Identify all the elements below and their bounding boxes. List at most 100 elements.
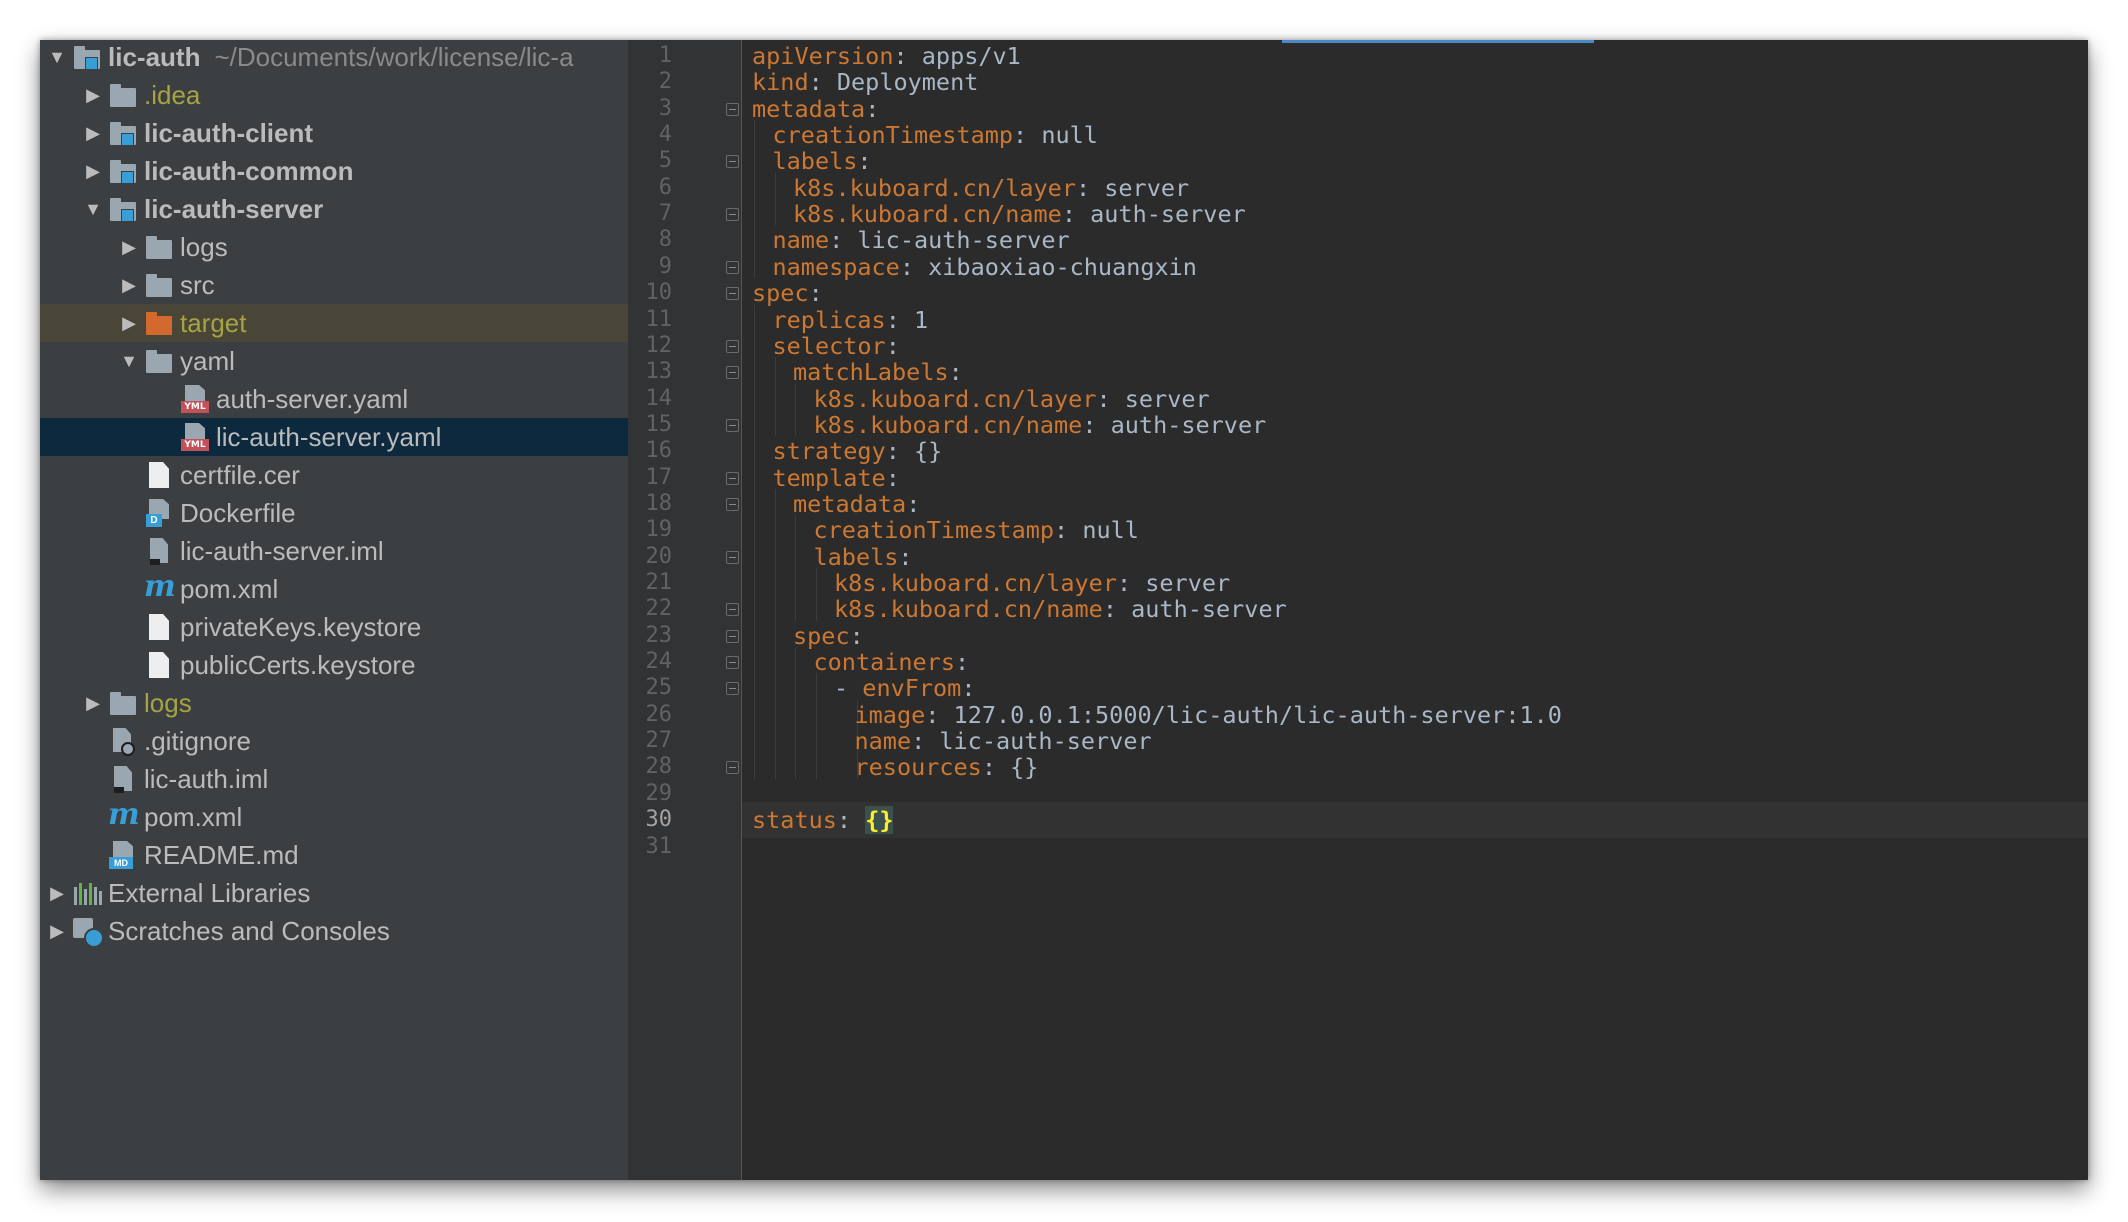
collapsed-arrow-icon — [118, 608, 140, 646]
yaml-value: auth-server — [1131, 595, 1287, 624]
collapsed-arrow-icon — [82, 836, 104, 874]
fold-open-icon[interactable] — [726, 550, 739, 564]
tree-item[interactable]: D Dockerfile — [40, 494, 628, 532]
ide-window: ▼ lic-auth ~/Documents/work/license/lic-a ▶… — [40, 40, 2088, 1180]
collapsed-arrow-icon[interactable]: ▶ — [82, 114, 104, 152]
tree-item[interactable]: m pom.xml — [40, 798, 628, 836]
yaml-editor[interactable]: 1 2 3 4 5 6 7 8 9 10 11 12 13 14 15 16 17 18 19 20 21 22 23 24 2… — [628, 40, 2088, 1180]
code-line[interactable]: resources: {} — [752, 749, 1039, 785]
tree-item-label: .gitignore — [144, 725, 251, 756]
tree-item[interactable]: ▶ logs — [40, 228, 628, 266]
tree-item-label: pom.xml — [144, 801, 243, 832]
tree-item-label: target — [180, 307, 247, 338]
tree-item-label: External Libraries — [108, 877, 311, 908]
fold-end-icon[interactable] — [726, 208, 739, 222]
tree-item-label: lic-auth — [108, 41, 201, 72]
gutter-separator — [741, 40, 742, 1180]
tree-item-label: Scratches and Consoles — [108, 915, 390, 946]
markdown-file-icon: MD — [108, 840, 138, 870]
fold-end-icon[interactable] — [726, 761, 739, 775]
collapsed-arrow-icon — [118, 532, 140, 570]
fold-open-icon[interactable] — [726, 682, 739, 696]
iml-file-icon — [144, 536, 174, 566]
tree-item-label: README.md — [144, 839, 299, 870]
collapsed-arrow-icon[interactable]: ▶ — [82, 76, 104, 114]
folder-icon — [108, 80, 138, 110]
collapsed-arrow-icon — [118, 456, 140, 494]
collapsed-arrow-icon[interactable]: ▶ — [46, 874, 68, 912]
fold-open-icon[interactable] — [726, 155, 739, 169]
fold-end-icon[interactable] — [726, 603, 739, 617]
tree-item[interactable]: publicCerts.keystore — [40, 646, 628, 684]
tree-item-label: auth-server.yaml — [216, 383, 409, 414]
tree-item-label: lic-auth-server.yaml — [216, 421, 442, 452]
fold-open-icon[interactable] — [726, 497, 739, 511]
yaml-value: {} — [913, 437, 943, 466]
tree-item[interactable]: lic-auth-server.iml — [40, 532, 628, 570]
yaml-key: status — [752, 806, 837, 835]
tree-item[interactable]: ▶ Scratches and Consoles — [40, 912, 628, 950]
tree-item-label: src — [180, 269, 215, 300]
tree-item[interactable]: MD README.md — [40, 836, 628, 874]
fold-open-icon[interactable] — [726, 339, 739, 353]
collapsed-arrow-icon[interactable]: ▶ — [82, 152, 104, 190]
fold-open-icon[interactable] — [726, 656, 739, 670]
tree-item[interactable]: ▼ lic-auth-server — [40, 190, 628, 228]
folder-icon — [144, 232, 174, 262]
tree-item-label: lic-auth-common — [144, 155, 354, 186]
tree-item[interactable]: .gitignore — [40, 722, 628, 760]
yaml-value: auth-server — [1110, 410, 1267, 439]
tree-item-label: pom.xml — [180, 573, 279, 604]
tree-item[interactable]: m pom.xml — [40, 570, 628, 608]
tree-item[interactable]: certfile.cer — [40, 456, 628, 494]
project-tree-panel[interactable]: ▼ lic-auth ~/Documents/work/license/lic-a ▶… — [40, 40, 628, 1180]
tree-item[interactable]: privateKeys.keystore — [40, 608, 628, 646]
code-line[interactable]: status: {} — [752, 802, 894, 838]
fold-open-icon[interactable] — [726, 102, 739, 116]
yaml-value: xibaoxiao-chuangxin — [928, 252, 1197, 281]
tree-item[interactable]: ▶ .idea — [40, 76, 628, 114]
expanded-arrow-icon[interactable]: ▼ — [46, 40, 68, 76]
file-icon — [144, 650, 174, 680]
folder-icon — [108, 688, 138, 718]
editor-scroll-marker — [1282, 40, 1594, 43]
tree-item[interactable]: ▶ lic-auth-client — [40, 114, 628, 152]
fold-end-icon[interactable] — [726, 418, 739, 432]
tree-item[interactable]: ▶ logs — [40, 684, 628, 722]
iml-file-icon — [108, 764, 138, 794]
fold-open-icon[interactable] — [726, 287, 739, 301]
folder-icon — [144, 270, 174, 300]
expanded-arrow-icon[interactable]: ▼ — [82, 190, 104, 228]
module-icon — [108, 194, 138, 224]
collapsed-arrow-icon[interactable]: ▶ — [46, 912, 68, 950]
tree-item-label: lic-auth-server — [144, 193, 324, 224]
tree-item-label: lic-auth-client — [144, 117, 314, 148]
tree-item[interactable]: ▶ External Libraries — [40, 874, 628, 912]
tree-item[interactable]: YML lic-auth-server.yaml — [40, 418, 628, 456]
fold-open-icon[interactable] — [726, 366, 739, 380]
tree-item[interactable]: ▼ lic-auth ~/Documents/work/license/lic-a — [40, 40, 628, 76]
fold-open-icon[interactable] — [726, 471, 739, 485]
yaml-key: k8s.kuboard.cn/name — [834, 595, 1103, 624]
collapsed-arrow-icon — [118, 570, 140, 608]
collapsed-arrow-icon — [82, 760, 104, 798]
tree-item-label: certfile.cer — [180, 459, 300, 490]
tree-item[interactable]: lic-auth.iml — [40, 760, 628, 798]
yaml-file-icon: YML — [180, 422, 210, 452]
tree-item-label: logs — [180, 231, 228, 262]
collapsed-arrow-icon — [118, 494, 140, 532]
project-path-hint: ~/Documents/work/license/lic-a — [214, 41, 574, 72]
collapsed-arrow-icon[interactable]: ▶ — [82, 684, 104, 722]
collapsed-arrow-icon[interactable]: ▶ — [118, 228, 140, 266]
collapsed-arrow-icon[interactable]: ▶ — [118, 304, 140, 342]
tree-item[interactable]: ▶ lic-auth-common — [40, 152, 628, 190]
tree-item[interactable]: ▶ src — [40, 266, 628, 304]
collapsed-arrow-icon — [118, 646, 140, 684]
expanded-arrow-icon[interactable]: ▼ — [118, 342, 140, 380]
collapsed-arrow-icon[interactable]: ▶ — [118, 266, 140, 304]
tree-item[interactable]: ▼ yaml — [40, 342, 628, 380]
fold-open-icon[interactable] — [726, 629, 739, 643]
tree-item[interactable]: YML auth-server.yaml — [40, 380, 628, 418]
tree-item[interactable]: ▶ target — [40, 304, 628, 342]
fold-end-icon[interactable] — [726, 260, 739, 274]
